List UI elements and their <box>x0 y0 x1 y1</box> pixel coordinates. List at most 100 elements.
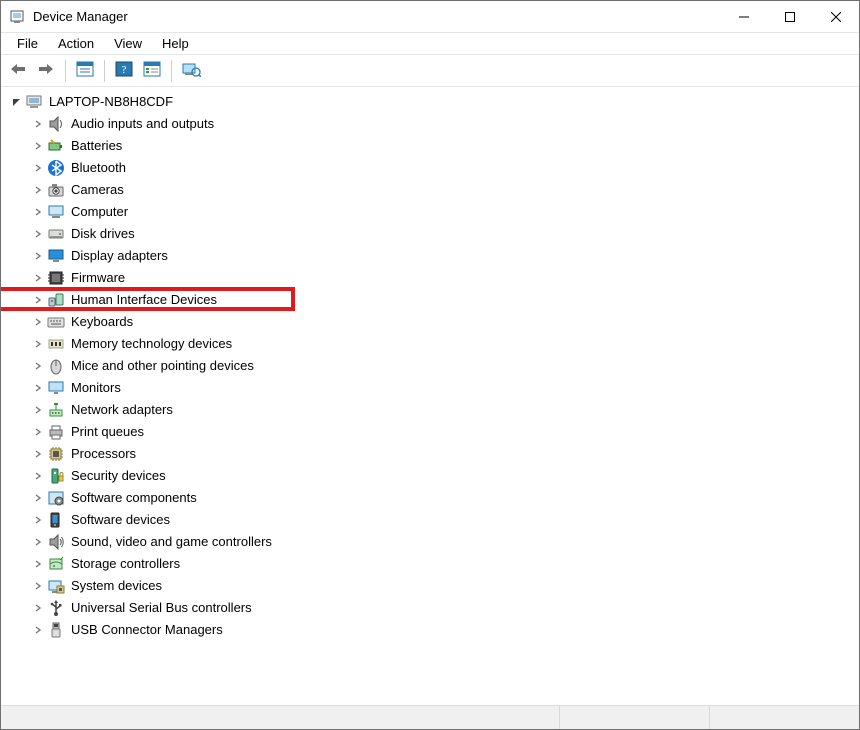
tree-category-label: Keyboards <box>71 311 133 333</box>
tree-category[interactable]: Software components <box>3 487 857 509</box>
minimize-button[interactable] <box>721 2 767 32</box>
speaker-icon <box>47 115 65 133</box>
tree-category[interactable]: Security devices <box>3 465 857 487</box>
tree-category-label: Audio inputs and outputs <box>71 113 214 135</box>
scan-icon <box>181 61 201 80</box>
camera-icon <box>47 181 65 199</box>
device-tree[interactable]: LAPTOP-NB8H8CDF Audio inputs and outputs… <box>1 87 859 705</box>
tree-category[interactable]: Computer <box>3 201 857 223</box>
tree-category[interactable]: Monitors <box>3 377 857 399</box>
toolbar-forward-button[interactable] <box>33 58 59 84</box>
chevron-right-icon[interactable] <box>31 293 45 307</box>
chevron-right-icon[interactable] <box>31 249 45 263</box>
chevron-right-icon[interactable] <box>31 557 45 571</box>
chevron-right-icon[interactable] <box>31 161 45 175</box>
menubar: File Action View Help <box>1 33 859 55</box>
menu-action[interactable]: Action <box>48 34 104 53</box>
usb-connector-icon <box>47 621 65 639</box>
chevron-right-icon[interactable] <box>31 227 45 241</box>
tree-category[interactable]: Universal Serial Bus controllers <box>3 597 857 619</box>
close-button[interactable] <box>813 2 859 32</box>
tree-category[interactable]: Batteries <box>3 135 857 157</box>
chevron-right-icon[interactable] <box>31 271 45 285</box>
tree-root[interactable]: LAPTOP-NB8H8CDF <box>3 91 857 113</box>
sound-icon <box>47 533 65 551</box>
chevron-right-icon[interactable] <box>31 337 45 351</box>
tree-category-label: Network adapters <box>71 399 173 421</box>
printer-icon <box>47 423 65 441</box>
toolbar-scan-button[interactable] <box>178 58 204 84</box>
tree-category-label: System devices <box>71 575 162 597</box>
chevron-right-icon[interactable] <box>31 315 45 329</box>
software-dev-icon <box>47 511 65 529</box>
tree-category-label: Storage controllers <box>71 553 180 575</box>
chevron-right-icon[interactable] <box>31 359 45 373</box>
tree-category[interactable]: Bluetooth <box>3 157 857 179</box>
toolbar-separator <box>171 60 172 82</box>
chevron-right-icon[interactable] <box>31 425 45 439</box>
tree-category-label: Processors <box>71 443 136 465</box>
help-icon: ? <box>115 61 133 80</box>
chevron-right-icon[interactable] <box>31 139 45 153</box>
tree-category[interactable]: Network adapters <box>3 399 857 421</box>
chevron-right-icon[interactable] <box>31 183 45 197</box>
chevron-right-icon[interactable] <box>31 623 45 637</box>
menu-view[interactable]: View <box>104 34 152 53</box>
tree-category[interactable]: Cameras <box>3 179 857 201</box>
chevron-right-icon[interactable] <box>31 205 45 219</box>
monitor-icon <box>47 379 65 397</box>
disk-icon <box>47 225 65 243</box>
chevron-right-icon[interactable] <box>31 535 45 549</box>
tree-root-label: LAPTOP-NB8H8CDF <box>49 91 173 113</box>
tree-category[interactable]: USB Connector Managers <box>3 619 857 641</box>
chevron-right-icon[interactable] <box>31 601 45 615</box>
tree-category[interactable]: Storage controllers <box>3 553 857 575</box>
menu-file[interactable]: File <box>7 34 48 53</box>
svg-text:?: ? <box>122 64 127 76</box>
tree-category[interactable]: Memory technology devices <box>3 333 857 355</box>
chevron-right-icon[interactable] <box>31 447 45 461</box>
tree-category-label: Firmware <box>71 267 125 289</box>
tree-category[interactable]: Processors <box>3 443 857 465</box>
toolbar-help-button[interactable]: ? <box>111 58 137 84</box>
app-icon <box>9 9 25 25</box>
battery-icon <box>47 137 65 155</box>
properties-icon <box>143 61 161 80</box>
tree-category[interactable]: Sound, video and game controllers <box>3 531 857 553</box>
maximize-button[interactable] <box>767 2 813 32</box>
toolbar-showhide-button[interactable] <box>72 58 98 84</box>
chevron-right-icon[interactable] <box>31 513 45 527</box>
computer-root-icon <box>25 93 43 111</box>
tree-category-label: Computer <box>71 201 128 223</box>
toolbar-back-button[interactable] <box>5 58 31 84</box>
tree-category[interactable]: Disk drives <box>3 223 857 245</box>
forward-icon <box>37 62 55 79</box>
mouse-icon <box>47 357 65 375</box>
firmware-icon <box>47 269 65 287</box>
network-icon <box>47 401 65 419</box>
statusbar <box>1 705 859 729</box>
chevron-right-icon[interactable] <box>31 469 45 483</box>
tree-category[interactable]: Print queues <box>3 421 857 443</box>
chevron-right-icon[interactable] <box>31 491 45 505</box>
tree-category[interactable]: Firmware <box>3 267 857 289</box>
menu-help[interactable]: Help <box>152 34 199 53</box>
show-hidden-icon <box>76 61 94 80</box>
chevron-right-icon[interactable] <box>31 381 45 395</box>
chevron-right-icon[interactable] <box>31 579 45 593</box>
toolbar: ? <box>1 55 859 87</box>
tree-category[interactable]: Mice and other pointing devices <box>3 355 857 377</box>
toolbar-properties-button[interactable] <box>139 58 165 84</box>
chevron-right-icon[interactable] <box>31 403 45 417</box>
tree-category[interactable]: Audio inputs and outputs <box>3 113 857 135</box>
tree-category[interactable]: System devices <box>3 575 857 597</box>
system-icon <box>47 577 65 595</box>
chevron-right-icon[interactable] <box>31 117 45 131</box>
tree-category-label: Monitors <box>71 377 121 399</box>
tree-category[interactable]: Human Interface Devices <box>3 289 857 311</box>
tree-category[interactable]: Software devices <box>3 509 857 531</box>
chevron-down-icon[interactable] <box>9 95 23 109</box>
tree-category[interactable]: Display adapters <box>3 245 857 267</box>
tree-category[interactable]: Keyboards <box>3 311 857 333</box>
storage-icon <box>47 555 65 573</box>
